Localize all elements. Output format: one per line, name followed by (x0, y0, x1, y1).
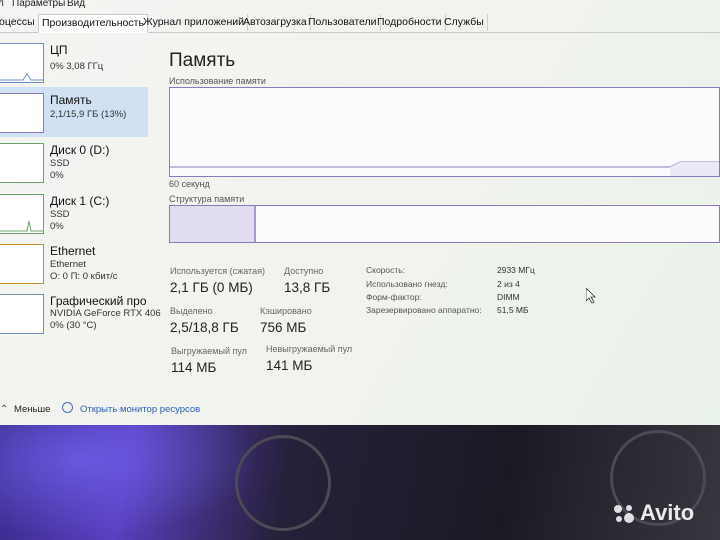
nonpaged-pool-label: Невыгружаемый пул (266, 344, 353, 354)
nonpaged-pool-value: 141 МБ (266, 358, 313, 373)
gpu-thumbnail-graph (0, 294, 44, 334)
form-factor-value: DIMM (497, 292, 520, 302)
menu-file[interactable]: л (0, 0, 4, 10)
avito-logo-icon (614, 505, 634, 523)
disk1-thumbnail-graph (0, 194, 44, 234)
memory-structure-label: Структура памяти (169, 194, 245, 204)
open-resource-monitor-link[interactable]: Открыть монитор ресурсов (80, 404, 200, 415)
fewer-details-button[interactable]: Меньше (14, 404, 50, 415)
form-factor-label: Форм-фактор: (366, 292, 422, 302)
sidebar-item-title: Диск 1 (C:) (50, 194, 110, 208)
chevron-up-icon[interactable]: ⌃ (0, 404, 8, 415)
sidebar-item-sub2: 0% (50, 221, 64, 232)
ethernet-thumbnail-graph (0, 244, 44, 284)
committed-label: Выделено (170, 306, 213, 316)
cached-value: 756 МБ (260, 320, 307, 335)
page-title: Память (169, 50, 236, 71)
sidebar-item-sub: 0% 3,08 ГГц (50, 61, 104, 72)
in-use-value: 2,1 ГБ (0 МБ) (170, 280, 253, 295)
avito-watermark: Avito (640, 500, 695, 525)
sidebar-item-gpu[interactable]: Графический про NVIDIA GeForce RTX 406 0… (0, 288, 161, 338)
available-label: Доступно (284, 266, 324, 276)
slots-used-value: 2 из 4 (497, 279, 520, 289)
sidebar-item-sub: 2,1/15,9 ГБ (13%) (50, 109, 127, 120)
time-span-label: 60 секунд (169, 179, 210, 189)
toy-wheel-shape (235, 435, 331, 531)
sidebar-item-ethernet[interactable]: Ethernet Ethernet О: 0 П: 0 кбит/с (0, 238, 148, 288)
sidebar-item-sub2: О: 0 П: 0 кбит/с (50, 271, 118, 282)
sidebar-item-sub: SSD (50, 158, 70, 169)
hardware-reserved-label: Зарезервировано аппаратно: (366, 305, 482, 315)
paged-pool-value: 114 МБ (171, 360, 217, 375)
tab-details[interactable]: Подробности (374, 14, 446, 31)
speed-label: Скорость: (366, 265, 406, 275)
memory-usage-graph (169, 87, 720, 177)
menu-view[interactable]: Вид (67, 0, 85, 10)
hardware-reserved-value: 51,5 МБ (497, 305, 529, 315)
footer-bar: ⌃ Меньше Открыть монитор ресурсов (0, 400, 720, 420)
sidebar-item-sub: Ethernet (50, 259, 86, 270)
sidebar-item-cpu[interactable]: ЦП 0% 3,08 ГГц (0, 37, 148, 87)
cached-label: Кэшировано (260, 306, 312, 316)
structure-in-use-segment (170, 206, 255, 242)
slots-used-label: Использовано гнезд: (366, 279, 448, 289)
sidebar-item-disk0[interactable]: Диск 0 (D:) SSD 0% (0, 137, 148, 187)
paged-pool-label: Выгружаемый пул (171, 346, 247, 356)
speed-value: 2933 МГц (497, 265, 535, 275)
sidebar-item-title: Ethernet (50, 244, 96, 258)
sidebar-item-title: Память (50, 93, 92, 107)
cpu-thumbnail-graph (0, 43, 44, 83)
tab-users[interactable]: Пользователи (305, 14, 381, 31)
memory-structure-bar (169, 205, 720, 243)
tab-services[interactable]: Службы (441, 14, 488, 31)
sidebar-item-title: Графический про (50, 294, 147, 308)
background-glow (0, 425, 260, 540)
sidebar-item-sub: NVIDIA GeForce RTX 406 (50, 308, 161, 319)
tab-bar: оцессы Производительность Журнал приложе… (0, 12, 720, 33)
tab-startup[interactable]: Автозагрузка (240, 14, 311, 31)
sidebar-item-sub2: 0% (30 °C) (50, 320, 97, 331)
disk0-thumbnail-graph (0, 143, 44, 183)
sidebar-item-memory[interactable]: Память 2,1/15,9 ГБ (13%) (0, 87, 148, 137)
memory-usage-label: Использование памяти (169, 76, 266, 86)
sidebar-item-sub2: 0% (50, 170, 64, 181)
sidebar-item-title: Диск 0 (D:) (50, 143, 110, 157)
resource-sidebar: ЦП 0% 3,08 ГГц Память 2,1/15,9 ГБ (13%) … (0, 37, 161, 397)
sidebar-item-disk1[interactable]: Диск 1 (C:) SSD 0% (0, 188, 148, 238)
available-value: 13,8 ГБ (284, 280, 331, 295)
sidebar-item-sub: SSD (50, 209, 70, 220)
menu-bar: л Параметры Вид (0, 0, 720, 12)
mouse-cursor-icon (586, 288, 596, 304)
sidebar-item-title: ЦП (50, 43, 68, 57)
committed-value: 2,5/18,8 ГБ (170, 320, 239, 335)
tab-performance[interactable]: Производительность (38, 14, 148, 33)
menu-parameters[interactable]: Параметры (12, 0, 65, 10)
tab-app-history[interactable]: Журнал приложений (140, 14, 248, 31)
resource-monitor-icon[interactable] (62, 402, 73, 413)
task-manager-window: л Параметры Вид оцессы Производительност… (0, 0, 720, 425)
tab-processes[interactable]: оцессы (0, 14, 39, 31)
memory-thumbnail-graph (0, 93, 44, 133)
structure-modified-segment (254, 206, 256, 242)
in-use-label: Используется (сжатая) (170, 266, 265, 276)
memory-usage-line (170, 161, 719, 176)
